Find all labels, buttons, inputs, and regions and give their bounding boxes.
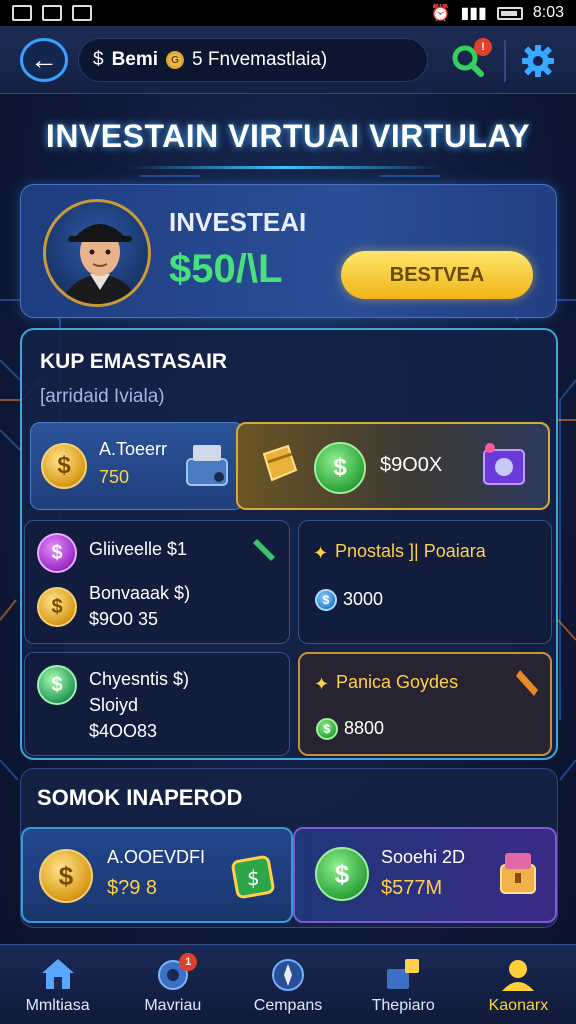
nav-item-compass[interactable]: Cempans	[230, 945, 345, 1024]
stock-panel: SOMOK INAPEROD $ A.OOEVDFI $?9 8 $ $ Soo…	[20, 768, 558, 928]
account-badge-icon: G	[166, 51, 185, 69]
settings-button[interactable]	[516, 40, 560, 82]
portfolio-subtitle: [arridaid Iviala)	[40, 386, 165, 407]
search-button[interactable]: !	[446, 38, 492, 82]
stock-card-left[interactable]: $ A.OOEVDFI $?9 8 $	[21, 827, 293, 923]
gold-coin-icon: $	[39, 849, 93, 903]
svg-text:$: $	[247, 866, 260, 890]
account-pill[interactable]: $ Bemi G 5 Fnvemastlaia)	[78, 38, 428, 82]
green-coin-icon: $	[315, 847, 369, 901]
account-detail: 5 Fnvemastlaia)	[192, 49, 328, 70]
status-bar: ⏰ ▮▮▮ 8:03	[0, 0, 576, 26]
nav-label-globe: Mavriau	[144, 997, 202, 1014]
stock-card-right[interactable]: $ Sooehi 2D $577M	[293, 827, 557, 923]
stock-left-value: $?9 8	[107, 877, 158, 899]
back-button[interactable]: ←	[20, 38, 68, 82]
green-coin-icon: $	[314, 442, 366, 494]
battery-icon	[496, 6, 523, 20]
cash-register-icon	[186, 445, 228, 486]
signal-icon: ▮▮▮	[460, 5, 487, 22]
status-right: ⏰ ▮▮▮ 8:03	[431, 3, 564, 23]
title-underline	[130, 166, 440, 169]
holding-card-3[interactable]: $ Chyesntis $) Sloiyd $4OO83	[24, 652, 290, 756]
account-name: Bemi	[111, 49, 159, 70]
nav-item-globe[interactable]: 1 Mavriau	[115, 945, 230, 1024]
asset-card-a[interactable]: $ A.Toeerr 750	[30, 422, 244, 510]
nav-item-profile[interactable]: Kaonarx	[461, 945, 576, 1024]
holding-4-value: 3000	[343, 589, 384, 609]
stock-title: SOMOK INAPEROD	[37, 785, 243, 810]
gold-bars-icon	[262, 444, 298, 482]
holding-card-4[interactable]: ✦ Panica Goydes $ 8800	[298, 652, 552, 756]
asset-b-value: $9O0X	[380, 454, 443, 476]
treasure-chest-icon	[500, 853, 536, 894]
stock-right-label: Sooehi 2D	[381, 847, 466, 867]
holding-6-value: 8800	[344, 718, 385, 738]
asset-a-value: 750	[99, 467, 130, 487]
profile-name: INVESTEAI	[169, 207, 307, 237]
status-time: 8:03	[532, 4, 564, 21]
asset-a-label: A.Toeerr	[99, 439, 168, 459]
investor-avatar-icon	[61, 224, 139, 304]
holding-6-title: Panica Goydes	[336, 672, 459, 692]
profile-balance: $50/\L	[169, 247, 283, 291]
nav-badge: 1	[179, 953, 198, 971]
purple-coin-icon: $	[37, 533, 77, 573]
mail-notification-icon	[42, 5, 62, 21]
status-left	[12, 5, 92, 21]
holding-3-title: Bonvaaak $)	[89, 583, 191, 603]
header-divider	[504, 40, 506, 82]
chart-icon	[387, 959, 420, 989]
cash-badge-icon: $	[231, 855, 275, 899]
nav-label-profile: Kaonarx	[488, 997, 549, 1014]
gallery-notification-icon	[12, 5, 32, 21]
home-icon	[41, 959, 74, 989]
search-badge: !	[474, 38, 492, 56]
portfolio-panel: KUP EMASTASAIR [arridaid Iviala) $ A.Toe…	[20, 328, 558, 760]
gear-icon	[522, 45, 554, 77]
profile-icon	[502, 960, 535, 991]
arrow-left-icon: ←	[30, 44, 58, 75]
holding-1-title: Gliiveelle $1	[89, 539, 188, 559]
holding-5-title: Chyesntis $)	[89, 669, 190, 689]
pen-icon	[253, 539, 275, 561]
bottom-nav: Mmltiasa 1 Mavriau Cempans Thepiaro Kaon…	[0, 944, 576, 1024]
star-icon: ✦	[314, 674, 330, 694]
holding-card-1[interactable]: $ Gliiveelle $1 $ Bonvaaak $) $9O0 35	[24, 520, 290, 644]
holding-card-2[interactable]: ✦ Pnostals ]| Poaiara $ 3000	[298, 520, 552, 644]
invest-button[interactable]: BESTVEA	[341, 251, 533, 299]
nav-item-chart[interactable]: Thepiaro	[346, 945, 461, 1024]
stock-left-label: A.OOEVDFI	[107, 847, 206, 867]
compass-icon	[272, 959, 304, 991]
chat-notification-icon	[72, 5, 92, 21]
holding-5-value: $4OO83	[89, 721, 158, 741]
nav-label-compass: Cempans	[253, 997, 323, 1014]
green-coin-icon: $	[316, 718, 338, 740]
page-title: INVESTAIN VIRTUAI VIRTULAY	[45, 118, 531, 154]
crystal-card-icon	[483, 443, 525, 485]
gold-coin-icon: $	[41, 443, 87, 489]
gold-coin-icon: $	[37, 587, 77, 627]
stock-right-value: $577M	[381, 877, 443, 899]
asset-card-b[interactable]: $ $9O0X	[236, 422, 550, 510]
blue-coin-icon: $	[315, 589, 337, 611]
holding-5-line2: Sloiyd	[89, 695, 139, 715]
alarm-icon: ⏰	[430, 5, 451, 22]
profile-card: INVESTEAI $50/\L BESTVEA	[20, 184, 557, 318]
brush-icon	[516, 670, 538, 696]
holding-2-title: Pnostals ]| Poaiara	[335, 541, 486, 561]
portfolio-title: KUP EMASTASAIR	[40, 350, 228, 373]
star-icon: ✦	[313, 543, 329, 563]
nav-item-home[interactable]: Mmltiasa	[0, 945, 115, 1024]
top-bar: ← $ Bemi G 5 Fnvemastlaia) !	[0, 26, 576, 94]
nav-label-home: Mmltiasa	[25, 997, 90, 1014]
nav-label-chart: Thepiaro	[371, 997, 435, 1014]
holding-3-value: $9O0 35	[89, 609, 159, 629]
avatar[interactable]	[43, 199, 151, 307]
currency-symbol: $	[93, 49, 104, 70]
dollar-coin-icon: $	[37, 665, 77, 705]
